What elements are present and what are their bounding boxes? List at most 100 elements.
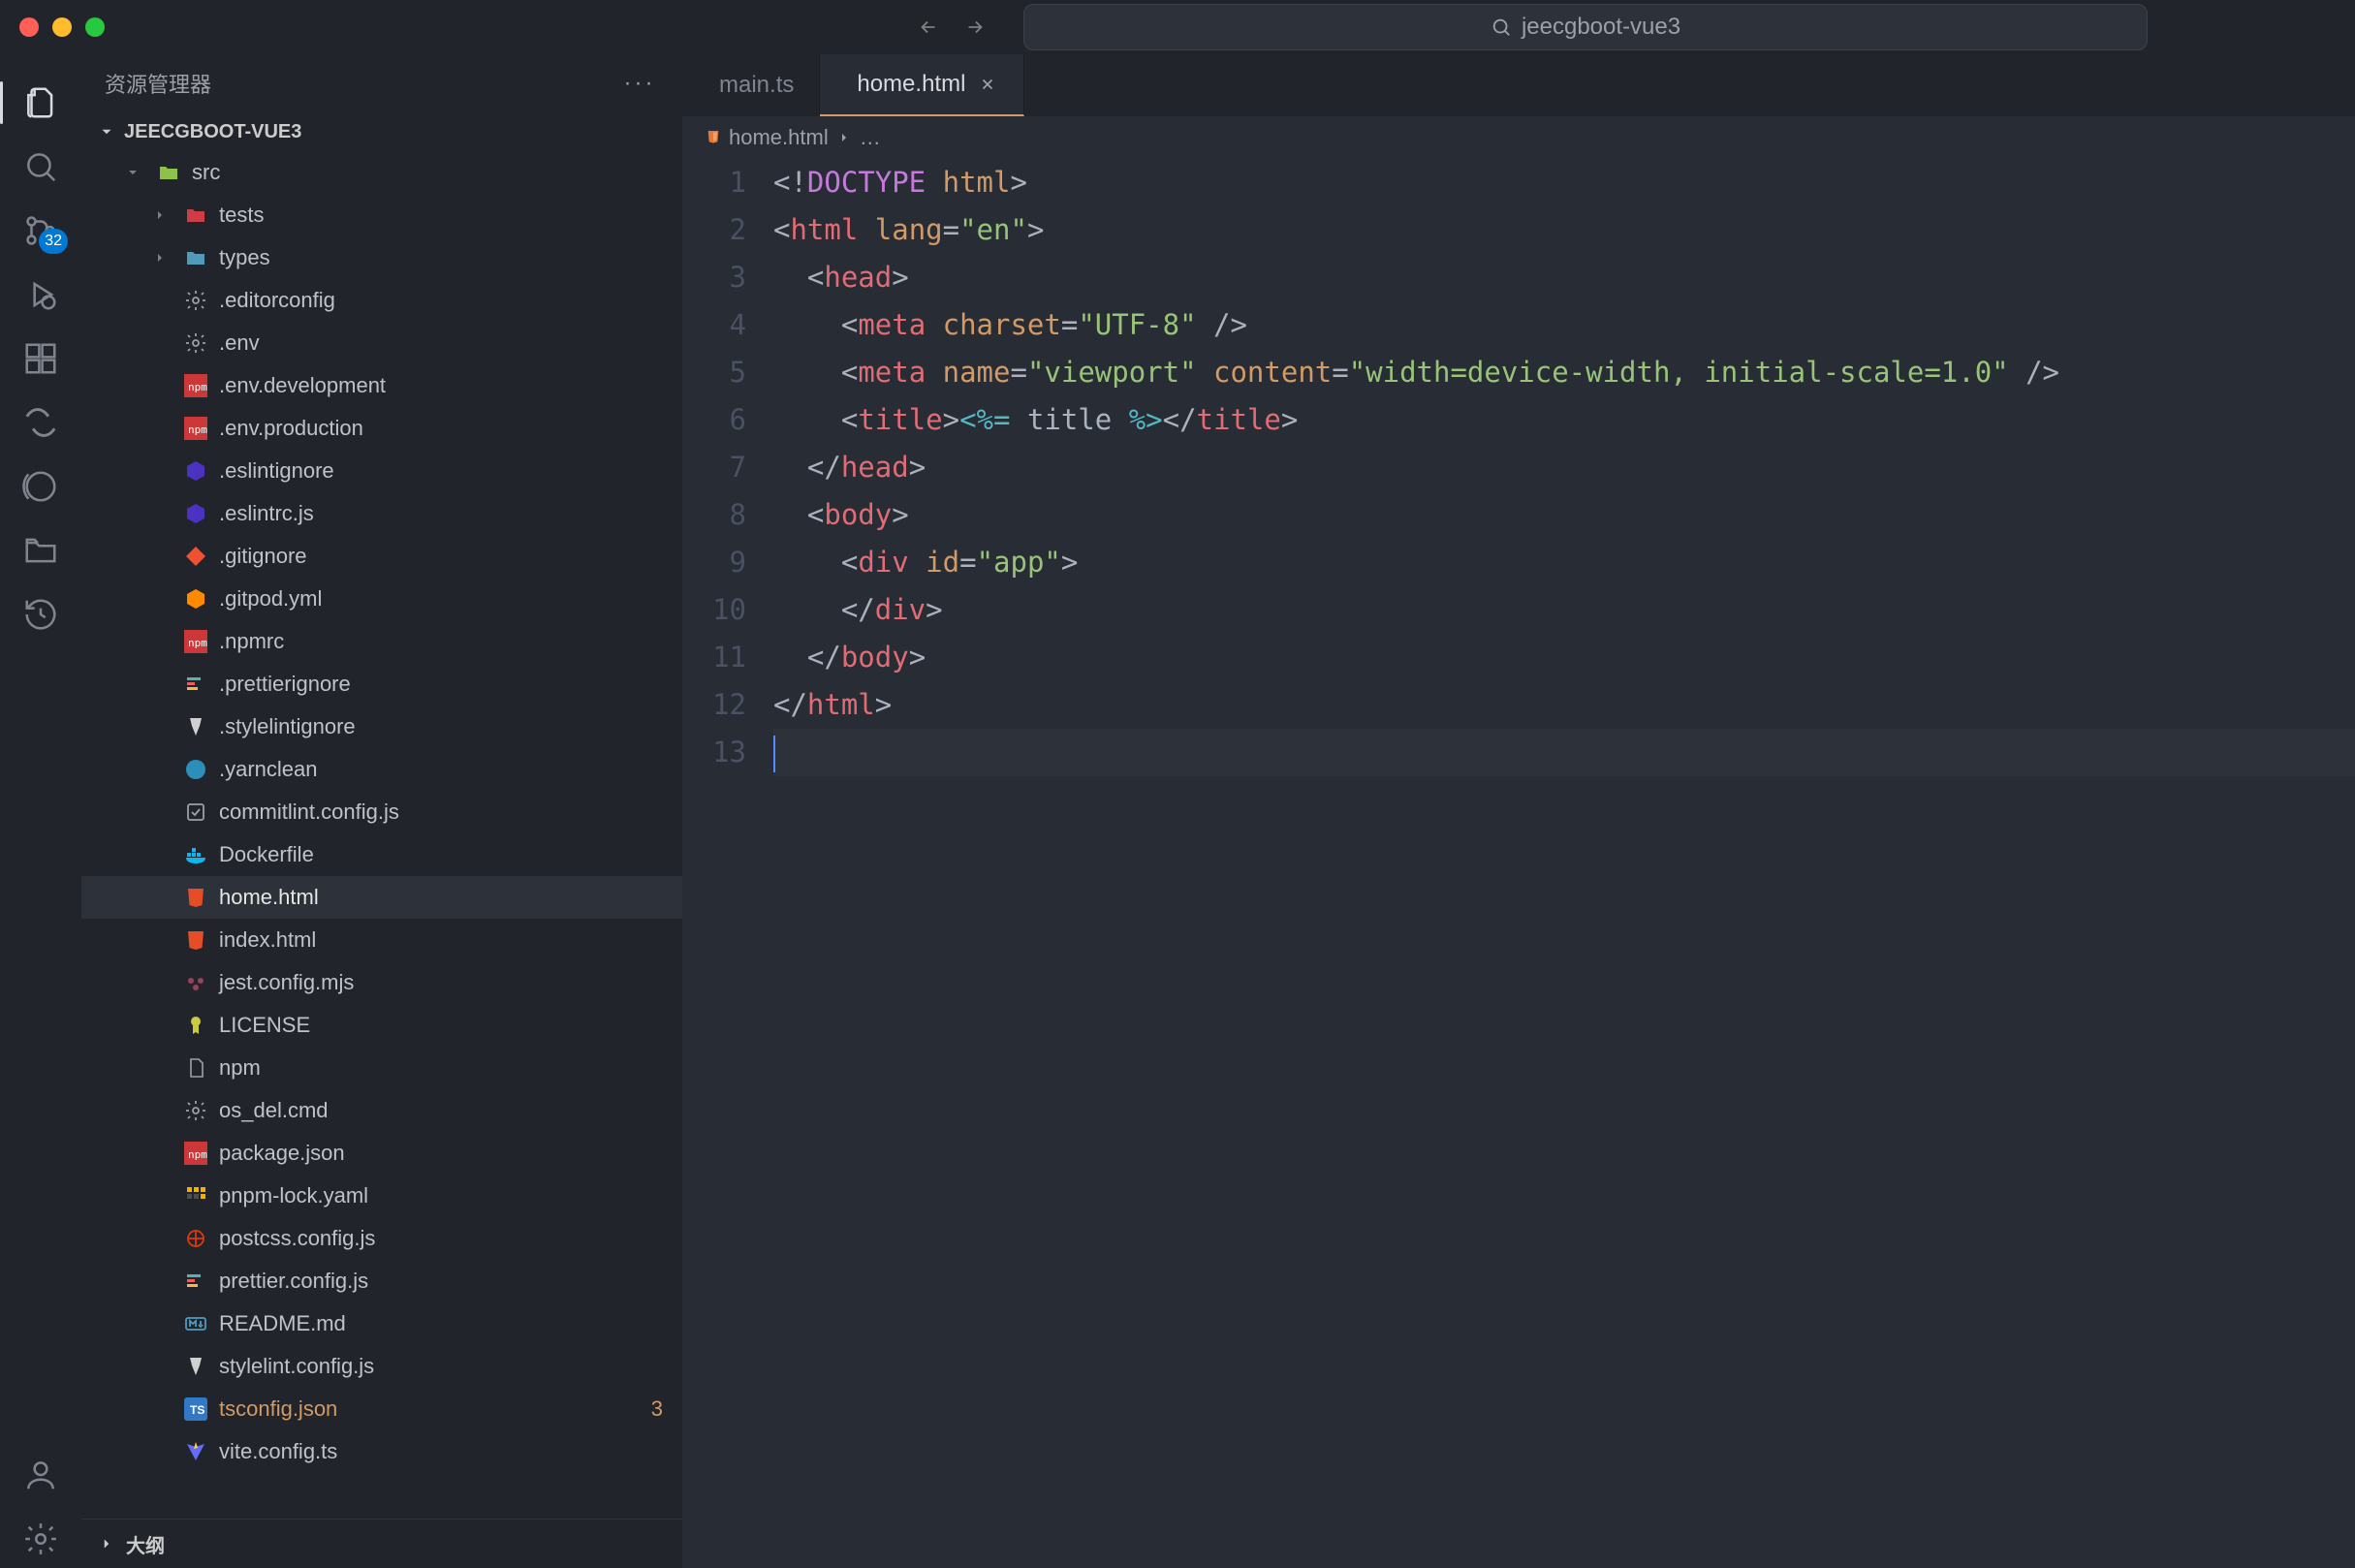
outline-section-header[interactable]: 大纲: [81, 1520, 682, 1568]
gitpod-icon: [182, 585, 209, 612]
tree-file[interactable]: home.html: [81, 876, 682, 919]
tree-file[interactable]: .eslintignore: [81, 450, 682, 492]
activity-remote[interactable]: [12, 393, 70, 452]
tree-file[interactable]: .editorconfig: [81, 279, 682, 322]
editor-tab[interactable]: home.html: [820, 54, 1024, 116]
tree-file[interactable]: npm.env.development: [81, 364, 682, 407]
file-name: package.json: [219, 1141, 345, 1166]
file-name: pnpm-lock.yaml: [219, 1183, 368, 1208]
code-body[interactable]: <!DOCTYPE html><html lang="en"> <head> <…: [773, 159, 2355, 1568]
code-editor[interactable]: 12345678910111213 <!DOCTYPE html><html l…: [682, 159, 2355, 1568]
file-name: npm: [219, 1055, 261, 1081]
code-line[interactable]: </html>: [773, 681, 2355, 729]
activity-search[interactable]: [12, 138, 70, 196]
activity-scm[interactable]: 32: [12, 202, 70, 260]
tree-file[interactable]: prettier.config.js: [81, 1260, 682, 1302]
tree-folder[interactable]: tests: [81, 194, 682, 236]
file-name: Dockerfile: [219, 842, 314, 867]
tree-folder[interactable]: src: [81, 151, 682, 194]
tree-file[interactable]: stylelint.config.js: [81, 1345, 682, 1388]
activity-explorer[interactable]: [12, 74, 70, 132]
activity-account[interactable]: [12, 1446, 70, 1504]
activity-history[interactable]: [12, 585, 70, 643]
code-line[interactable]: <div id="app">: [773, 539, 2355, 586]
breadcrumb[interactable]: home.html …: [682, 116, 2355, 159]
tree-file[interactable]: npm: [81, 1047, 682, 1089]
file-name: .env: [219, 330, 260, 356]
code-line[interactable]: </head>: [773, 444, 2355, 491]
html-icon: [182, 926, 209, 954]
code-line[interactable]: <meta charset="UTF-8" />: [773, 301, 2355, 349]
chevron-right-icon: [147, 207, 173, 223]
tree-file[interactable]: .gitignore: [81, 535, 682, 578]
tree-file[interactable]: npm.env.production: [81, 407, 682, 450]
chevron-down-icon: [95, 120, 118, 143]
code-line[interactable]: </body>: [773, 634, 2355, 681]
tree-file[interactable]: README.md: [81, 1302, 682, 1345]
tree-file[interactable]: .stylelintignore: [81, 706, 682, 748]
docker-icon: [182, 841, 209, 868]
file-name: tsconfig.json: [219, 1396, 337, 1422]
explorer-project-header[interactable]: JEECGBOOT-VUE3: [81, 112, 682, 151]
tree-file[interactable]: .prettierignore: [81, 663, 682, 706]
svg-text:npm: npm: [188, 423, 207, 436]
tree-file[interactable]: pnpm-lock.yaml: [81, 1175, 682, 1217]
command-center[interactable]: jeecgboot-vue3: [1023, 4, 2148, 50]
nav-back-button[interactable]: [909, 8, 948, 47]
code-line[interactable]: <head>: [773, 254, 2355, 301]
file-name: README.md: [219, 1311, 346, 1336]
line-number: 7: [682, 444, 746, 491]
tree-file[interactable]: commitlint.config.js: [81, 791, 682, 833]
tree-file[interactable]: index.html: [81, 919, 682, 961]
nav-forward-button[interactable]: [956, 8, 994, 47]
tree-file[interactable]: .eslintrc.js: [81, 492, 682, 535]
tree-file[interactable]: vite.config.ts: [81, 1430, 682, 1473]
tree-file[interactable]: .yarnclean: [81, 748, 682, 791]
file-name: .gitignore: [219, 544, 307, 569]
tree-file[interactable]: npm.npmrc: [81, 620, 682, 663]
window-minimize-button[interactable]: [52, 17, 72, 37]
close-icon[interactable]: [977, 74, 998, 95]
tree-file[interactable]: npmpackage.json: [81, 1132, 682, 1175]
file-name: .editorconfig: [219, 288, 335, 313]
activity-settings[interactable]: [12, 1510, 70, 1568]
code-line[interactable]: </div>: [773, 586, 2355, 634]
folder-ts-icon: [182, 244, 209, 271]
tree-folder[interactable]: types: [81, 236, 682, 279]
window-close-button[interactable]: [19, 17, 39, 37]
chevron-right-icon: [95, 1532, 118, 1555]
line-number: 11: [682, 634, 746, 681]
line-number-gutter: 12345678910111213: [682, 159, 773, 1568]
tree-file[interactable]: Dockerfile: [81, 833, 682, 876]
code-line[interactable]: <body>: [773, 491, 2355, 539]
window-zoom-button[interactable]: [85, 17, 105, 37]
main: 32 资源管理器 ···: [0, 54, 2355, 1568]
sidebar-more-button[interactable]: ···: [620, 70, 659, 97]
sidebar-title-text: 资源管理器: [105, 68, 211, 99]
file-annotation: 3: [651, 1396, 663, 1422]
file-name: vite.config.ts: [219, 1439, 337, 1464]
file-name: src: [192, 160, 220, 185]
tree-file[interactable]: jest.config.mjs: [81, 961, 682, 1004]
tree-file[interactable]: os_del.cmd: [81, 1089, 682, 1132]
file-name: types: [219, 245, 270, 270]
titlebar: jeecgboot-vue3: [0, 0, 2355, 54]
tree-file[interactable]: TStsconfig.json3: [81, 1388, 682, 1430]
code-line[interactable]: <meta name="viewport" content="width=dev…: [773, 349, 2355, 396]
tree-file[interactable]: .env: [81, 322, 682, 364]
tree-file[interactable]: LICENSE: [81, 1004, 682, 1047]
code-line[interactable]: <title><%= title %></title>: [773, 396, 2355, 444]
code-line[interactable]: [773, 729, 2355, 776]
tree-file[interactable]: .gitpod.yml: [81, 578, 682, 620]
code-line[interactable]: <!DOCTYPE html>: [773, 159, 2355, 206]
activity-timeline[interactable]: [12, 457, 70, 516]
scm-badge: 32: [39, 229, 68, 254]
activity-extensions[interactable]: [12, 329, 70, 388]
activity-folders[interactable]: [12, 521, 70, 580]
activity-debug[interactable]: [12, 266, 70, 324]
commitlint-icon: [182, 799, 209, 826]
editor-tab[interactable]: TSmain.ts: [682, 54, 820, 116]
sidebar-title: 资源管理器 ···: [81, 54, 682, 112]
code-line[interactable]: <html lang="en">: [773, 206, 2355, 254]
tree-file[interactable]: postcss.config.js: [81, 1217, 682, 1260]
